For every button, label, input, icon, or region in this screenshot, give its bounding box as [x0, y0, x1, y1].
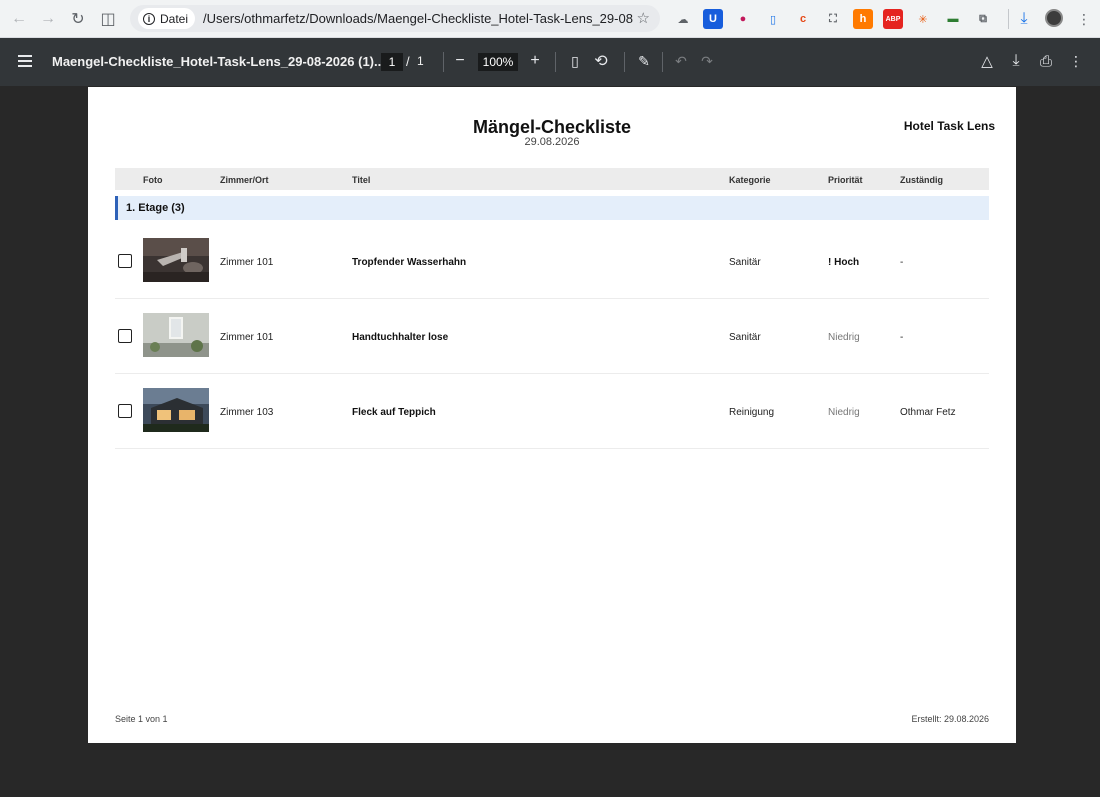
hubspot-icon[interactable]: h [853, 9, 873, 29]
pdf-download-icon[interactable]: ⤓ [1005, 50, 1027, 72]
page-footer-left: Seite 1 von 1 [115, 714, 168, 724]
column-header-zustaendig: Zuständig [900, 175, 943, 185]
drive-save-icon[interactable]: △ [976, 50, 998, 72]
zoom-out-icon[interactable]: − [449, 50, 471, 72]
table-header: Foto Zimmer/Ort Titel Kategorie Prioritä… [115, 168, 989, 190]
pdf-toolbar: Maengel-Checkliste_Hotel-Task-Lens_29-08… [0, 38, 1100, 86]
back-arrow-icon[interactable]: ← [4, 4, 34, 34]
rotate-icon[interactable]: ⟲ [590, 50, 612, 72]
brand-name: Hotel Task Lens [903, 119, 995, 133]
page-footer-right: Erstellt: 29.08.2026 [911, 714, 989, 724]
row-checkbox[interactable] [118, 254, 132, 268]
row-checkbox[interactable] [118, 404, 132, 418]
table-row: Zimmer 101 Tropfender Wasserhahn Sanitär… [115, 224, 989, 299]
mobile-icon[interactable]: ▯ [763, 9, 783, 29]
table-row: Zimmer 101 Handtuchhalter lose Sanitär N… [115, 299, 989, 374]
priority-cell: Niedrig [828, 407, 860, 418]
assignee-cell: - [900, 332, 904, 343]
group-header: 1. Etage (3) [115, 196, 989, 220]
site-chip-label: Datei [160, 11, 189, 26]
room-cell: Zimmer 101 [220, 257, 274, 268]
table-row: Zimmer 103 Fleck auf Teppich Reinigung N… [115, 374, 989, 449]
category-cell: Sanitär [729, 257, 761, 268]
bitwarden-icon[interactable]: U [703, 9, 723, 29]
house-photo-thumbnail [143, 388, 209, 432]
site-info-chip[interactable]: i Datei [138, 8, 196, 29]
browser-toolbar: ← → ↻ ◫ i Datei /Users/othmarfetz/Downlo… [0, 0, 1100, 38]
toolbar-divider [662, 52, 663, 72]
room-cell: Zimmer 101 [220, 332, 274, 343]
category-cell: Sanitär [729, 332, 761, 343]
download-icon[interactable]: ⤓ [1009, 4, 1039, 34]
bathroom-photo-thumbnail [143, 313, 209, 357]
cloud-icon[interactable]: ☁ [673, 9, 693, 29]
document-heading: Mängel-Checkliste [472, 117, 632, 137]
column-header-kategorie: Kategorie [729, 175, 771, 185]
kebab-menu-icon[interactable]: ⋮ [1069, 4, 1099, 34]
column-header-titel: Titel [352, 175, 371, 185]
sync-icon[interactable]: c [793, 9, 813, 29]
redo-icon[interactable]: ↷ [696, 50, 718, 72]
page-separator: / [406, 54, 410, 69]
annotate-pen-icon[interactable]: ✎ [633, 50, 655, 72]
title-cell: Tropfender Wasserhahn [352, 257, 467, 268]
total-pages: 1 [417, 54, 424, 68]
category-cell: Reinigung [729, 407, 775, 418]
assignee-cell: Othmar Fetz [900, 407, 956, 418]
palette-icon[interactable]: ▬ [943, 9, 963, 29]
adblock-icon[interactable]: ABP [883, 9, 903, 29]
fit-page-icon[interactable]: ▯ [564, 50, 586, 72]
priority-cell: Niedrig [828, 332, 860, 343]
forward-arrow-icon[interactable]: → [33, 4, 63, 34]
undo-icon[interactable]: ↶ [670, 50, 692, 72]
hamburger-menu-icon[interactable] [18, 55, 32, 67]
faucet-photo-thumbnail [143, 238, 209, 282]
document-date: 29.08.2026 [524, 136, 580, 148]
url-text[interactable]: /Users/othmarfetz/Downloads/Maengel-Chec… [203, 11, 633, 26]
avatar[interactable] [1045, 9, 1063, 27]
pdf-document-title: Maengel-Checkliste_Hotel-Task-Lens_29-08… [52, 54, 389, 69]
bookmark-star-icon[interactable]: ☆ [637, 9, 650, 27]
page-number-input[interactable]: 1 [381, 53, 403, 71]
color-picker-icon[interactable]: ● [733, 9, 753, 29]
toolbar-divider [555, 52, 556, 72]
priority-cell: ! Hoch [828, 257, 860, 268]
column-header-foto: Foto [143, 175, 163, 185]
pdf-viewer-area[interactable]: Mängel-Checkliste 29.08.2026 Hotel Task … [0, 86, 1100, 797]
title-cell: Fleck auf Teppich [352, 407, 436, 418]
zoom-in-icon[interactable]: + [524, 50, 546, 72]
toolbar-divider [624, 52, 625, 72]
reload-icon[interactable]: ↻ [63, 4, 93, 34]
group-label: 1. Etage (3) [126, 202, 185, 214]
info-icon: i [143, 12, 155, 25]
address-bar[interactable]: i Datei /Users/othmarfetz/Downloads/Maen… [130, 5, 660, 32]
puzzle-icon[interactable]: ⧉ [973, 9, 993, 29]
spark-icon[interactable]: ✳ [913, 9, 933, 29]
column-header-prioritaet: Priorität [828, 175, 863, 185]
pdf-page: Mängel-Checkliste 29.08.2026 Hotel Task … [88, 87, 1016, 743]
print-icon[interactable]: ⎙ [1035, 50, 1057, 72]
room-cell: Zimmer 103 [220, 407, 274, 418]
column-header-zimmer: Zimmer/Ort [220, 175, 269, 185]
side-panel-icon[interactable]: ◫ [93, 4, 123, 34]
row-checkbox[interactable] [118, 329, 132, 343]
screenshot-icon[interactable]: ⛶ [823, 9, 843, 29]
extensions-area: ☁ U ● ▯ c ⛶ h ABP ✳ ▬ ⧉ [668, 0, 998, 38]
toolbar-divider [443, 52, 444, 72]
title-cell: Handtuchhalter lose [352, 332, 449, 343]
assignee-cell: - [900, 257, 904, 268]
more-options-icon[interactable]: ⋮ [1065, 50, 1087, 72]
zoom-input[interactable]: 100% [478, 53, 518, 71]
